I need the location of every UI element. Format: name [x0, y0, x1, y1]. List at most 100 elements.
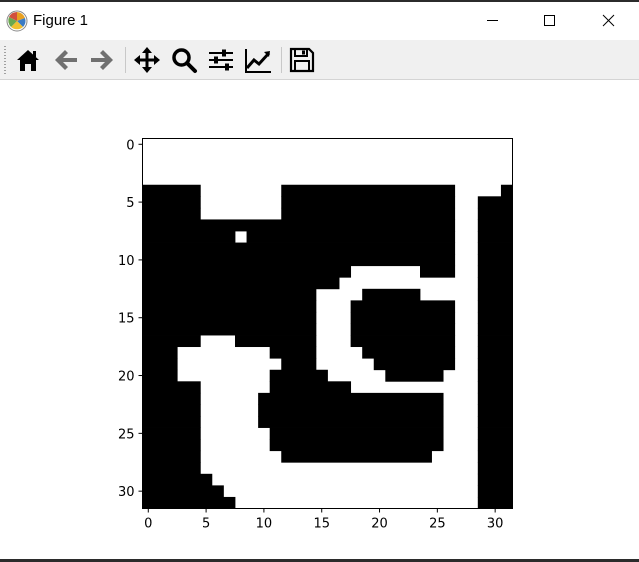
arrow-left-icon [55, 50, 77, 70]
close-icon [602, 14, 615, 27]
matplotlib-logo-icon [6, 10, 28, 32]
heatmap-cell-run [477, 288, 513, 301]
heatmap-cell-run [477, 462, 513, 475]
heatmap-cell-run [477, 473, 513, 486]
y-tick-label: 15 [118, 312, 135, 327]
zoom-button[interactable] [167, 43, 201, 77]
heatmap-cell-run [142, 450, 201, 463]
heatmap-cell-run [142, 462, 201, 475]
heatmap-cell-run [350, 311, 456, 324]
sliders-icon [209, 49, 233, 71]
heatmap-cell-run [362, 346, 456, 359]
heatmap-cell-run [142, 381, 201, 394]
heatmap-cell-run [142, 265, 352, 278]
heatmap-cell-run [142, 207, 201, 220]
heatmap-cell-run [142, 277, 340, 290]
x-axis: 0 5 10 15 20 25 30 [144, 508, 504, 532]
heatmap-cell-run [258, 392, 444, 405]
heatmap-cells [142, 138, 513, 509]
y-axis: 0 5 10 15 20 25 30 [118, 138, 143, 500]
title-bar[interactable]: Figure 1 [0, 2, 639, 40]
toolbar-grip[interactable] [4, 46, 6, 74]
forward-button[interactable] [85, 43, 119, 77]
pan-button[interactable] [130, 43, 164, 77]
minimize-button[interactable] [463, 2, 521, 40]
edit-axis-button[interactable] [241, 43, 275, 77]
heatmap-cell-run [477, 496, 513, 509]
x-tick-label: 20 [371, 517, 388, 532]
window-title: Figure 1 [33, 12, 89, 29]
minimize-icon [487, 20, 498, 21]
heatmap-cell-run [281, 358, 317, 371]
heatmap-cell-run [477, 265, 513, 278]
floppy-disk-icon [289, 47, 315, 73]
figure-canvas[interactable]: 0 5 10 15 20 25 30 0 5 10 15 20 25 30 [0, 80, 639, 559]
home-button[interactable] [11, 43, 45, 77]
heatmap-cell-run [142, 358, 178, 371]
heatmap-cell-run [477, 427, 513, 440]
heatmap-cell-run [477, 450, 513, 463]
heatmap-cell-run [477, 277, 513, 290]
y-tick-label: 20 [118, 370, 135, 385]
heatmap-cell-run [477, 311, 513, 324]
heatmap-cell-run [477, 196, 513, 209]
heatmap-cell-run [142, 300, 317, 313]
heatmap-cell-run [269, 369, 328, 382]
heatmap-cell-run [142, 311, 317, 324]
close-button[interactable] [580, 2, 638, 40]
y-tick-label: 30 [118, 485, 135, 500]
heatmap-cell-run [477, 300, 513, 313]
heatmap-cell-run [142, 392, 201, 405]
heatmap-cell-run [477, 369, 513, 382]
heatmap-cell-run [258, 416, 444, 428]
heatmap-cell-run [281, 184, 456, 197]
heatmap-cell-run [142, 404, 201, 417]
heatmap-cell-run [281, 196, 456, 209]
heatmap-cell-run [142, 254, 456, 267]
heatmap-cell-run [477, 219, 513, 232]
back-button[interactable] [49, 43, 83, 77]
heatmap-cell-run [281, 207, 456, 220]
x-tick-label: 30 [487, 517, 504, 532]
heatmap-cell-run [142, 427, 201, 440]
heatmap-cell-run [258, 404, 444, 417]
x-tick-label: 5 [202, 517, 210, 532]
line-chart-icon [245, 49, 271, 73]
y-tick-label: 10 [118, 254, 135, 269]
heatmap-cell-run [350, 323, 456, 336]
x-tick-label: 10 [256, 517, 273, 532]
move-icon [134, 47, 160, 73]
heatmap-cell-run [269, 439, 444, 452]
arrow-right-icon [91, 50, 113, 70]
y-tick-label: 0 [126, 138, 134, 153]
heatmap-cell-run [477, 404, 513, 417]
heatmap-cell-run [246, 231, 456, 243]
save-button[interactable] [285, 43, 319, 77]
maximize-button[interactable] [521, 2, 579, 40]
heatmap-cell-run [477, 254, 513, 267]
heatmap-cell-run [477, 381, 513, 394]
heatmap-cell-run [269, 427, 444, 440]
heatmap-cell-run [142, 323, 317, 336]
maximize-icon [544, 15, 555, 26]
heatmap-cell-run [142, 485, 224, 498]
heatmap-cell-run [477, 323, 513, 336]
heatmap-cell-run [142, 219, 456, 232]
heatmap-cell-run [269, 381, 352, 394]
heatmap-cell-run [142, 184, 201, 197]
image-plot[interactable]: 0 5 10 15 20 25 30 0 5 10 15 20 25 30 [0, 80, 639, 559]
home-icon [17, 50, 39, 71]
y-tick-label: 5 [126, 196, 134, 211]
heatmap-cell-run [477, 439, 513, 452]
heatmap-cell-run [142, 416, 201, 428]
heatmap-cell-run [142, 288, 317, 301]
configure-subplots-button[interactable] [204, 43, 238, 77]
heatmap-cell-run [269, 346, 317, 359]
heatmap-cell-run [142, 346, 178, 359]
toolbar-separator [281, 47, 282, 73]
heatmap-cell-run [142, 335, 201, 348]
heatmap-cell-run [385, 369, 444, 382]
magnifier-icon [172, 48, 197, 73]
heatmap-cell-run [142, 231, 236, 243]
y-tick-label: 25 [118, 427, 135, 442]
